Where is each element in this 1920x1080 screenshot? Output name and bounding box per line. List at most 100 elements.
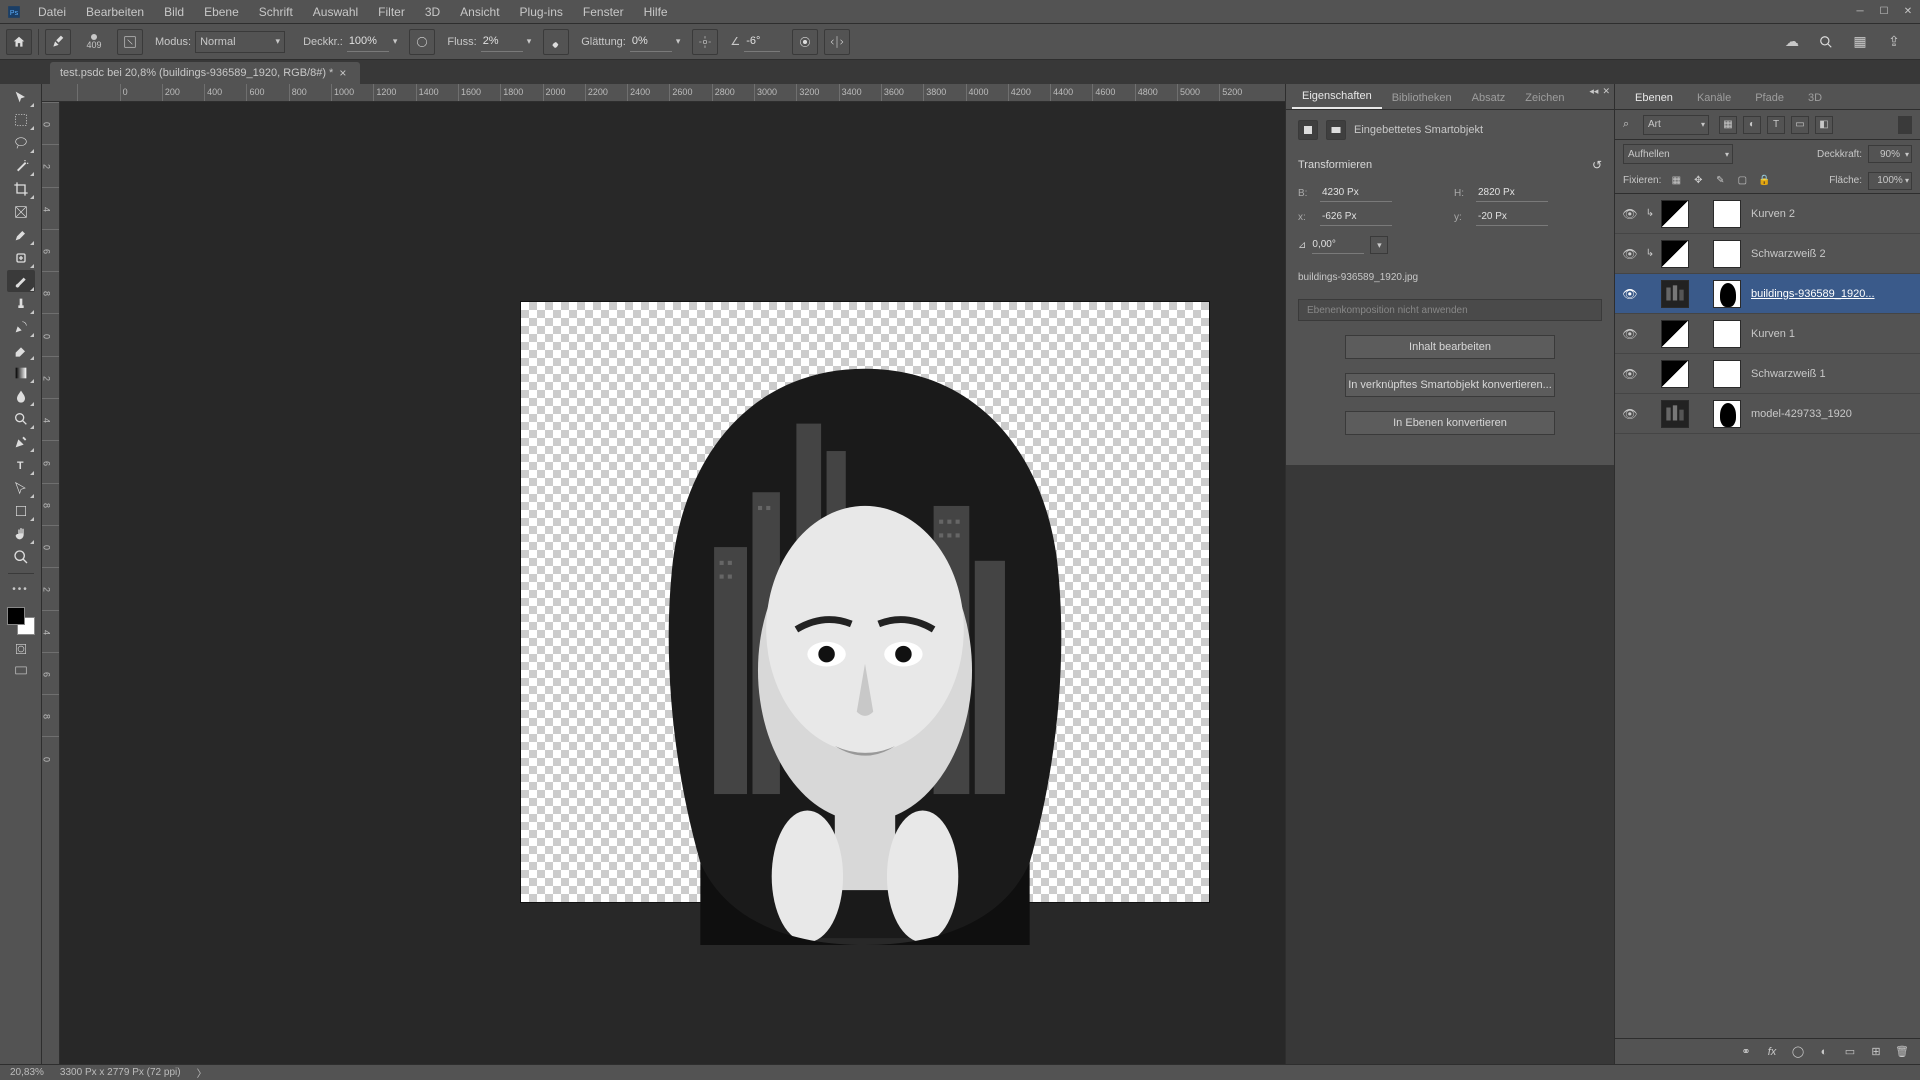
layer-name[interactable]: buildings-936589_1920... [1751, 288, 1914, 300]
tab-absatz[interactable]: Absatz [1462, 87, 1516, 109]
crop-tool[interactable] [7, 178, 35, 200]
layer-thumbnail[interactable] [1661, 360, 1689, 388]
zoom-tool[interactable] [7, 546, 35, 568]
flow-input[interactable] [481, 32, 523, 52]
convert-layers-button[interactable]: In Ebenen konvertieren [1345, 411, 1555, 435]
tab-kanaele[interactable]: Kanäle [1685, 87, 1743, 109]
layer-name[interactable]: model-429733_1920 [1751, 408, 1914, 420]
doc-info-chevron-icon[interactable]: 〉 [197, 1065, 207, 1080]
layer-mask-thumbnail[interactable] [1713, 200, 1741, 228]
filter-type-icon[interactable]: T [1767, 116, 1785, 134]
lasso-tool[interactable] [7, 132, 35, 154]
layer-row[interactable]: 👁Schwarzweiß 1 [1615, 354, 1920, 394]
layer-name[interactable]: Kurven 1 [1751, 328, 1914, 340]
menu-ansicht[interactable]: Ansicht [450, 1, 509, 23]
layer-visibility-icon[interactable]: 👁 [1621, 247, 1639, 261]
document-tab[interactable]: test.psdc bei 20,8% (buildings-936589_19… [50, 62, 360, 84]
filter-toggle[interactable] [1898, 116, 1912, 134]
panel-close-icon[interactable]: ✕ [1602, 86, 1610, 97]
layer-row[interactable]: 👁 model-429733_1920 [1615, 394, 1920, 434]
lock-pixels-icon[interactable]: ▦ [1667, 173, 1685, 189]
reset-transform-icon[interactable]: ↺ [1592, 158, 1602, 172]
menu-bearbeiten[interactable]: Bearbeiten [76, 1, 154, 23]
layer-visibility-icon[interactable]: 👁 [1621, 287, 1639, 301]
lock-position-icon[interactable]: ✥ [1689, 173, 1707, 189]
layer-visibility-icon[interactable]: 👁 [1621, 327, 1639, 341]
edit-contents-button[interactable]: Inhalt bearbeiten [1345, 335, 1555, 359]
menu-auswahl[interactable]: Auswahl [303, 1, 368, 23]
menu-3d[interactable]: 3D [415, 1, 450, 23]
menu-datei[interactable]: Datei [28, 1, 76, 23]
layer-thumbnail[interactable] [1661, 280, 1689, 308]
tab-pfade[interactable]: Pfade [1743, 87, 1796, 109]
layer-mask-thumbnail[interactable] [1713, 400, 1741, 428]
layer-fx-icon[interactable]: fx [1764, 1044, 1780, 1060]
menu-hilfe[interactable]: Hilfe [634, 1, 678, 23]
rotation-dropdown[interactable]: ▾ [1370, 236, 1388, 254]
new-layer-icon[interactable]: ⊞ [1868, 1044, 1884, 1060]
layer-mask-thumbnail[interactable] [1713, 360, 1741, 388]
tab-zeichen[interactable]: Zeichen [1515, 87, 1574, 109]
rotation-input[interactable] [1312, 236, 1364, 254]
filter-adjust-icon[interactable]: ◐ [1743, 116, 1761, 134]
layer-name[interactable]: Schwarzweiß 1 [1751, 368, 1914, 380]
window-minimize-icon[interactable]: ─ [1848, 0, 1872, 24]
layer-name[interactable]: Kurven 2 [1751, 208, 1914, 220]
brush-tool[interactable] [7, 270, 35, 292]
type-tool[interactable]: T [7, 454, 35, 476]
layer-row[interactable]: 👁 Kurven 1 [1615, 314, 1920, 354]
layer-name[interactable]: Schwarzweiß 2 [1751, 248, 1914, 260]
tab-3d[interactable]: 3D [1796, 87, 1834, 109]
filter-pixel-icon[interactable]: ▦ [1719, 116, 1737, 134]
eyedropper-tool[interactable] [7, 224, 35, 246]
collapse-left-icon[interactable]: ◂◂ [1589, 86, 1598, 97]
window-close-icon[interactable]: ✕ [1896, 0, 1920, 24]
eraser-tool[interactable] [7, 339, 35, 361]
menu-schrift[interactable]: Schrift [249, 1, 303, 23]
filter-type-select[interactable]: Art [1643, 115, 1709, 135]
pressure-opacity-button[interactable] [409, 29, 435, 55]
gradient-tool[interactable] [7, 362, 35, 384]
layer-blend-select[interactable]: Aufhellen [1623, 144, 1733, 164]
pen-tool[interactable] [7, 431, 35, 453]
layer-comp-select[interactable]: Ebenenkomposition nicht anwenden [1298, 299, 1602, 321]
layer-mask-icon[interactable]: ◯ [1790, 1044, 1806, 1060]
layer-mask-thumbnail[interactable] [1713, 320, 1741, 348]
flow-chevron-icon[interactable]: ▾ [527, 36, 532, 47]
layer-row[interactable]: 👁↳Schwarzweiß 2 [1615, 234, 1920, 274]
layer-thumbnail[interactable] [1661, 320, 1689, 348]
smoothing-options-button[interactable] [692, 29, 718, 55]
layer-row[interactable]: 👁↳Kurven 2 [1615, 194, 1920, 234]
angle-input[interactable] [744, 32, 780, 52]
frame-tool[interactable] [7, 201, 35, 223]
quickmask-button[interactable] [12, 641, 30, 657]
hand-tool[interactable] [7, 523, 35, 545]
wand-tool[interactable] [7, 155, 35, 177]
layer-thumbnail[interactable] [1661, 400, 1689, 428]
layer-mask-thumbnail[interactable] [1713, 240, 1741, 268]
lock-artboard-icon[interactable]: ▢ [1733, 173, 1751, 189]
canvas[interactable] [60, 102, 1285, 1064]
x-input[interactable] [1320, 208, 1392, 226]
close-tab-icon[interactable]: × [339, 66, 346, 80]
y-input[interactable] [1476, 208, 1548, 226]
screenmode-button[interactable] [12, 663, 30, 679]
opacity-chevron-icon[interactable]: ▾ [393, 36, 398, 47]
tab-ebenen[interactable]: Ebenen [1623, 87, 1685, 109]
layer-thumbnail[interactable] [1661, 200, 1689, 228]
tab-bibliotheken[interactable]: Bibliotheken [1382, 87, 1462, 109]
filter-smart-icon[interactable]: ◧ [1815, 116, 1833, 134]
cloud-docs-icon[interactable]: ☁ [1782, 32, 1802, 52]
dodge-tool[interactable] [7, 408, 35, 430]
layer-mask-thumbnail[interactable] [1713, 280, 1741, 308]
menu-bild[interactable]: Bild [154, 1, 194, 23]
healing-tool[interactable] [7, 247, 35, 269]
layer-thumbnail[interactable] [1661, 240, 1689, 268]
airbrush-button[interactable] [543, 29, 569, 55]
delete-layer-icon[interactable]: 🗑 [1894, 1044, 1910, 1060]
color-swatches[interactable] [7, 607, 35, 635]
menu-ebene[interactable]: Ebene [194, 1, 249, 23]
layer-visibility-icon[interactable]: 👁 [1621, 407, 1639, 421]
adjustment-layer-icon[interactable]: ◐ [1816, 1044, 1832, 1060]
smoothing-input[interactable] [630, 32, 672, 52]
